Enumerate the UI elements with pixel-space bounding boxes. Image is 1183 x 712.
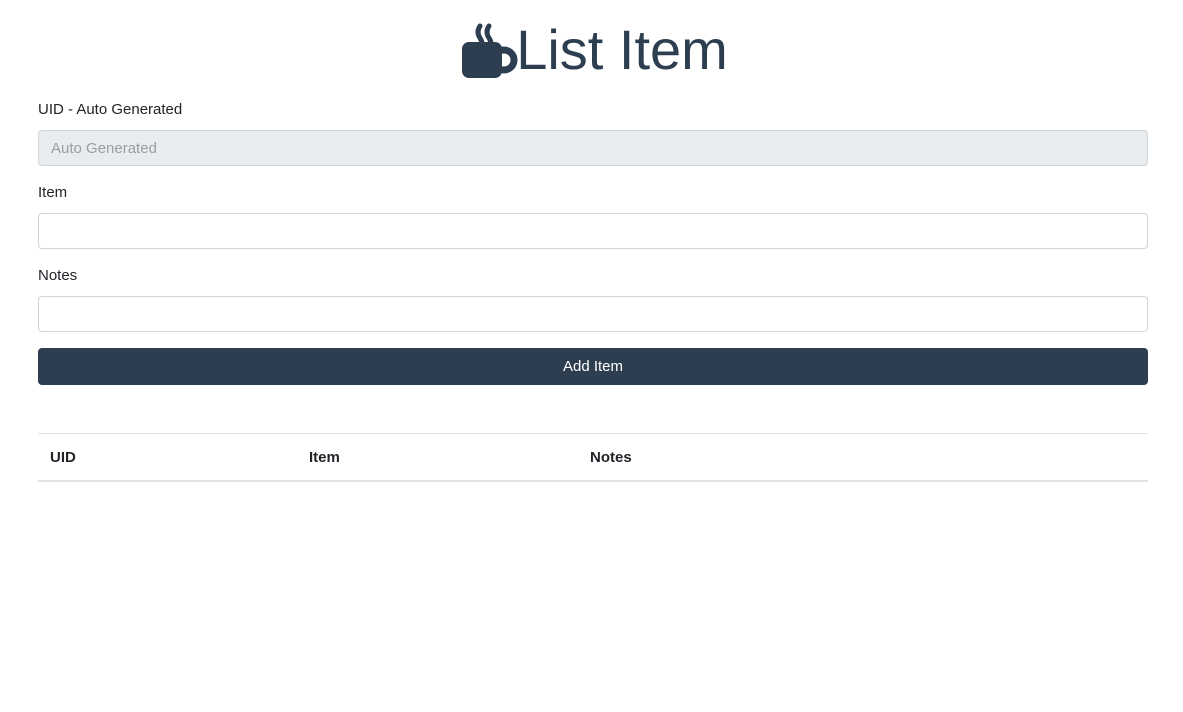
column-header-notes: Notes — [578, 433, 1148, 482]
column-header-item: Item — [297, 433, 578, 482]
notes-label: Notes — [38, 267, 78, 284]
item-input[interactable] — [38, 213, 1148, 249]
page-container: List Item UID - Auto Generated Item Note… — [38, 0, 1148, 482]
add-item-button[interactable]: Add Item — [38, 348, 1148, 385]
uid-input — [38, 130, 1148, 166]
page-header: List Item — [38, 0, 1148, 100]
item-label: Item — [38, 184, 68, 201]
notes-input[interactable] — [38, 296, 1148, 332]
column-header-uid: UID — [38, 433, 297, 482]
table-header: UID Item Notes — [38, 433, 1148, 482]
items-table: UID Item Notes — [38, 433, 1148, 482]
uid-label: UID - Auto Generated — [38, 101, 183, 118]
page-title: List Item — [516, 18, 728, 81]
coffee-mug-icon — [462, 23, 518, 78]
table-header-row: UID Item Notes — [38, 433, 1148, 482]
